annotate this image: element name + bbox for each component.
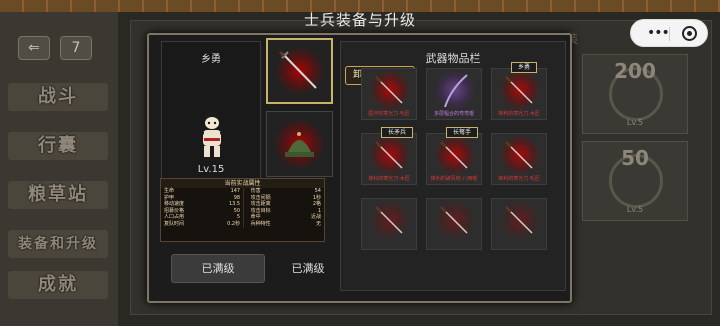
soldier-figure-icon bbox=[198, 110, 226, 161]
sword-icon bbox=[375, 76, 403, 104]
stat-label: 人口占用 bbox=[164, 214, 185, 221]
stat-label: 命中 bbox=[250, 214, 261, 221]
stat-value: 5 bbox=[236, 214, 241, 221]
dialog-title: 士兵装备与升级 bbox=[303, 11, 416, 29]
sword-icon bbox=[440, 141, 468, 169]
sword-icon bbox=[375, 141, 403, 169]
stat-value: 147 bbox=[230, 188, 241, 194]
menu-item-equipment[interactable]: 装备和升级 bbox=[8, 230, 108, 258]
stat-label: 伤害 bbox=[250, 188, 261, 194]
stat-value: 2格 bbox=[312, 201, 321, 208]
sword-icon bbox=[375, 206, 403, 234]
helmet-slot[interactable] bbox=[266, 111, 333, 177]
weapon-slot[interactable] bbox=[266, 38, 333, 104]
inventory-item[interactable] bbox=[426, 198, 482, 250]
stats-row: 人口占用 5 命中 近战 bbox=[161, 214, 324, 221]
item-name: 锋利的寒光刀·木匠 bbox=[498, 111, 540, 117]
card-number: 200 bbox=[614, 59, 656, 83]
weapon-inventory: 武器物品栏 卸下当前装备 医疗的寒光刀·毛匠多层幅合的弯弯棍锋利的寒光刀·木匠乡… bbox=[340, 41, 566, 291]
sword-icon bbox=[505, 76, 533, 104]
stats-panel: 当前实战属性 生命 147 伤害 54 护甲 98 攻击间隔 1秒 移动速度 13.5 攻击距离 2格… bbox=[160, 178, 325, 242]
inventory-item[interactable]: 多层幅合的弯弯棍 bbox=[426, 68, 482, 120]
card-level: Lv.5 bbox=[626, 118, 644, 127]
stat-value: 13.5 bbox=[228, 201, 241, 208]
inventory-item[interactable] bbox=[491, 198, 547, 250]
inventory-item[interactable]: 锋利的寒光刀·毛匠 bbox=[491, 133, 547, 185]
equipped-by-tag: 乡勇 bbox=[511, 62, 538, 73]
stat-value: 50 bbox=[233, 207, 241, 214]
stat-value: 98 bbox=[233, 194, 241, 201]
inventory-item[interactable]: 锋利的寒光刀·木匠 bbox=[491, 68, 547, 120]
item-name: 锋利的寒光刀·毛匠 bbox=[498, 176, 540, 182]
soldier-level: Lv.15 bbox=[197, 164, 225, 175]
menu-item-supply[interactable]: 粮草站 bbox=[8, 181, 108, 209]
inventory-item[interactable]: 医疗的寒光刀·毛匠 bbox=[361, 68, 417, 120]
equipped-by-tag: 长矛兵 bbox=[381, 127, 414, 138]
item-name: 锋利的寒光刀·木匠 bbox=[368, 176, 410, 182]
stat-value: 54 bbox=[314, 188, 321, 194]
item-name: 医疗的寒光刀·毛匠 bbox=[368, 111, 410, 117]
stats-row: 复队时间 0.2秒 兵种特性 无 bbox=[161, 220, 324, 228]
item-name: 锋利的破风枪·八两棍 bbox=[430, 176, 478, 182]
stat-value: 近战 bbox=[310, 214, 321, 221]
stat-value: 无 bbox=[315, 220, 321, 227]
inventory-item[interactable] bbox=[361, 198, 417, 250]
stat-value: 0.2秒 bbox=[227, 220, 241, 227]
inventory-item[interactable]: 锋利的破风枪·八两棍 bbox=[426, 133, 482, 185]
menu-item-bag[interactable]: 行囊 bbox=[8, 132, 108, 160]
equipped-by-tag: 长弩手 bbox=[446, 127, 479, 138]
item-name: 多层幅合的弯弯棍 bbox=[433, 111, 474, 117]
stat-label: 攻击距离 bbox=[250, 201, 271, 208]
stat-label: 兵种特性 bbox=[250, 220, 271, 227]
helmet-icon bbox=[285, 132, 314, 157]
menu-item-battle[interactable]: 战斗 bbox=[8, 83, 108, 111]
stat-label: 移动速度 bbox=[164, 201, 185, 208]
staff-icon bbox=[444, 74, 468, 108]
stats-table: 生命 147 伤害 54 护甲 98 攻击间隔 1秒 移动速度 13.5 攻击距离 2格 招募价格 50 攻… bbox=[161, 188, 324, 228]
menu-item-achievements[interactable]: 成就 bbox=[8, 271, 108, 299]
stat-label: 复队时间 bbox=[164, 220, 185, 227]
upgrade-button[interactable]: 已满级 bbox=[171, 254, 265, 283]
sword-icon bbox=[505, 206, 533, 234]
sword-icon bbox=[278, 50, 317, 89]
stats-row: 招募价格 50 攻击目标 1 bbox=[161, 207, 324, 215]
max-level-label: 已满级 bbox=[291, 262, 325, 275]
stats-row: 护甲 98 攻击间隔 1秒 bbox=[161, 194, 324, 202]
background-card-2: 50 Lv.5 bbox=[582, 141, 688, 221]
soldier-name: 乡勇 bbox=[201, 54, 221, 65]
back-icon[interactable]: ⇐ bbox=[18, 36, 50, 60]
stats-row: 移动速度 13.5 攻击距离 2格 bbox=[161, 201, 324, 208]
card-number: 50 bbox=[621, 146, 649, 170]
stats-row: 生命 147 伤害 54 bbox=[161, 188, 324, 195]
inventory-item[interactable]: 锋利的寒光刀·木匠 bbox=[361, 133, 417, 185]
stats-title: 当前实战属性 bbox=[161, 179, 324, 188]
sword-icon bbox=[440, 206, 468, 234]
soldier-portrait: 乡勇 Lv.15 bbox=[161, 41, 261, 179]
card-level: Lv.5 bbox=[626, 205, 644, 214]
sword-icon bbox=[505, 141, 533, 169]
background-card-1: 200 Lv.5 bbox=[582, 54, 688, 134]
stat-label: 生命 bbox=[164, 188, 175, 194]
calendar-icon[interactable]: 7 bbox=[60, 36, 92, 60]
equipment-dialog: 乡勇 Lv.15 当前实战属性 生命 147 伤害 54 护甲 98 攻击间隔 1秒 移动速度 1… bbox=[147, 33, 572, 303]
